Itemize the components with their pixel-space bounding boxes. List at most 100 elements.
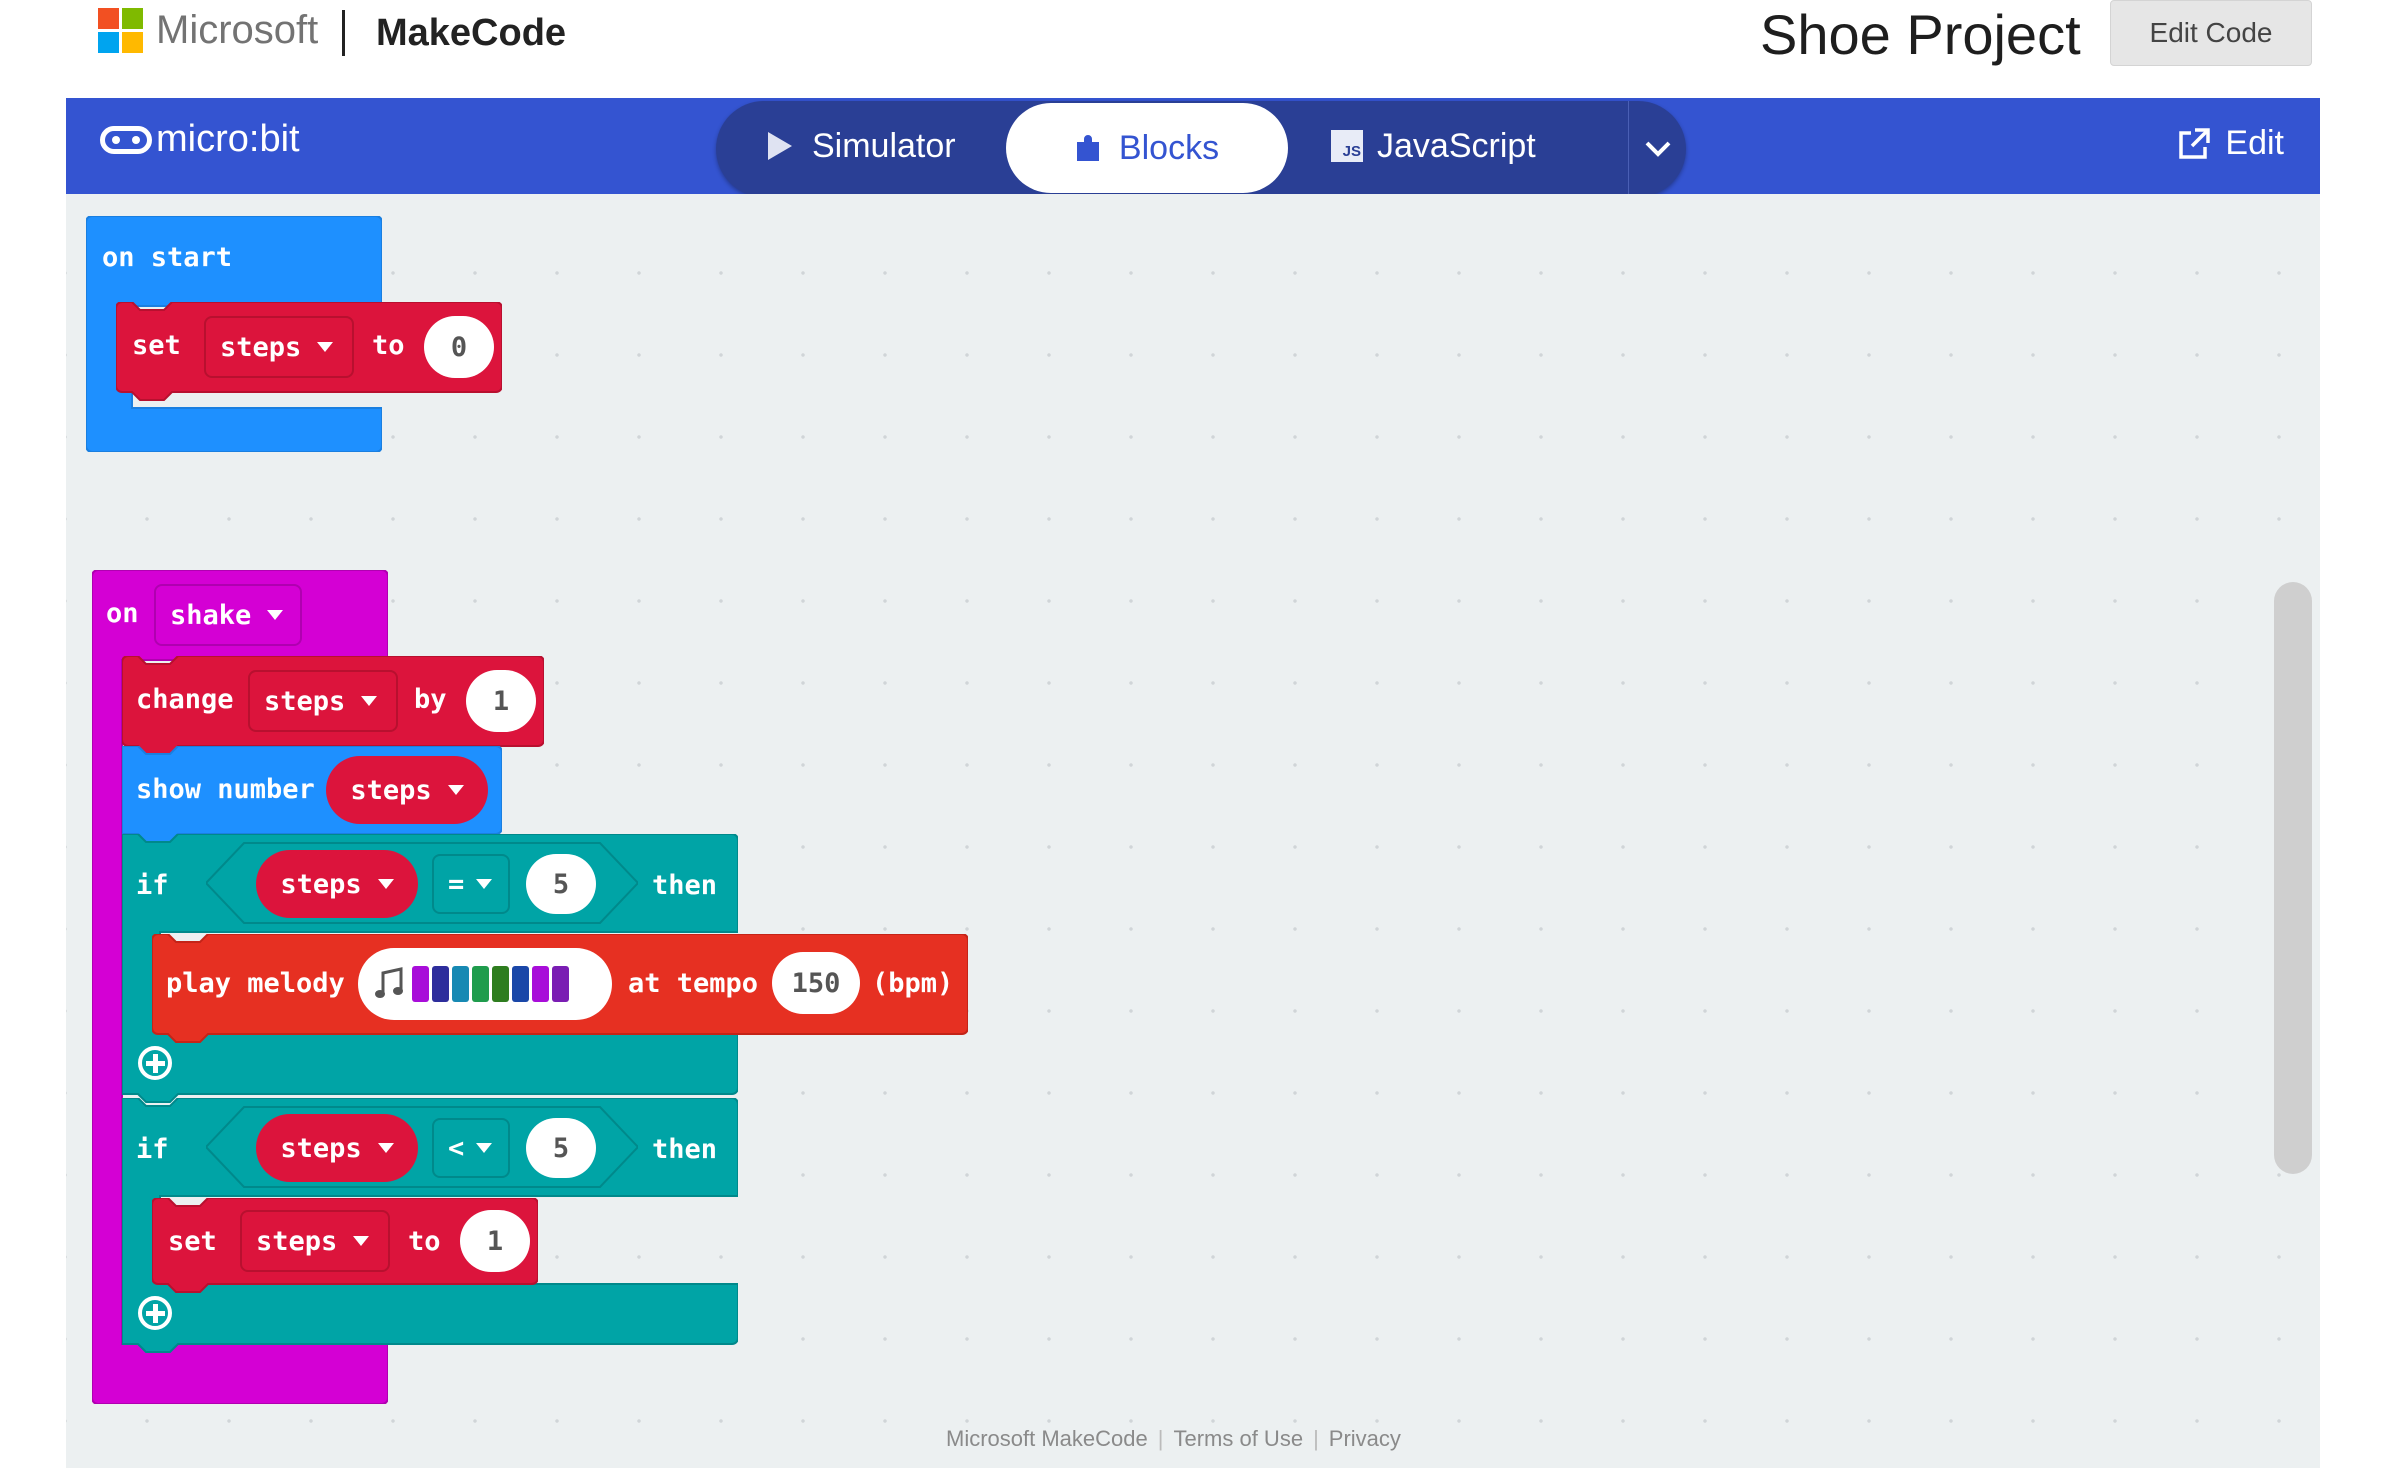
variable-name: steps: [350, 774, 432, 806]
if-keyword: if: [136, 1134, 169, 1165]
microbit-icon: [100, 125, 152, 154]
editor-topbar: micro:bit Simulator Blocks JS JavaScript: [66, 98, 2320, 197]
change-steps-block[interactable]: change steps by 1: [122, 656, 544, 755]
then-keyword: then: [652, 1134, 718, 1165]
variable-dropdown-steps[interactable]: steps: [248, 670, 398, 732]
project-title: Shoe Project: [1760, 3, 2081, 66]
number-input[interactable]: 1: [460, 1210, 530, 1272]
footer-separator: |: [1157, 1426, 1164, 1451]
set-keyword: set: [168, 1226, 217, 1257]
on-keyword: on: [106, 598, 139, 629]
variable-reporter-steps[interactable]: steps: [256, 1114, 418, 1182]
play-melody-label: play melody: [166, 968, 345, 999]
show-number-block[interactable]: show number steps: [122, 746, 502, 843]
edit-link-label: Edit: [2225, 124, 2284, 162]
operator-dropdown[interactable]: =: [432, 854, 510, 914]
variable-name: steps: [264, 685, 346, 717]
variable-reporter-steps[interactable]: steps: [256, 850, 418, 918]
variable-dropdown-steps[interactable]: steps: [240, 1210, 390, 1272]
tab-javascript-label: JavaScript: [1377, 126, 1536, 165]
js-icon: JS: [1331, 130, 1363, 162]
add-else-plus-icon[interactable]: [138, 1296, 172, 1330]
variable-name: steps: [280, 868, 362, 900]
makecode-brand-text[interactable]: MakeCode: [376, 12, 566, 55]
microbit-logo-text: micro:bit: [156, 118, 300, 160]
edit-link-button[interactable]: Edit: [2177, 124, 2284, 163]
then-keyword: then: [652, 870, 718, 901]
footer-link-privacy[interactable]: Privacy: [1329, 1426, 1401, 1451]
on-start-label: on start: [102, 242, 233, 273]
footer-links: Microsoft MakeCode | Terms of Use | Privacy: [946, 1426, 1401, 1452]
dropdown-arrow-icon: [361, 696, 378, 706]
dropdown-arrow-icon: [447, 785, 464, 795]
dropdown-arrow-icon: [267, 610, 284, 620]
tab-javascript[interactable]: JS JavaScript: [1331, 101, 1536, 191]
tab-more-dropdown[interactable]: [1628, 101, 1687, 197]
operator-symbol: =: [448, 868, 465, 900]
tab-blocks[interactable]: Blocks: [1006, 103, 1288, 193]
play-melody-block[interactable]: play melody at tempo 150 (bpm): [152, 934, 968, 1043]
change-keyword: change: [136, 684, 234, 715]
dropdown-arrow-icon: [317, 342, 334, 352]
set-steps-block[interactable]: set steps to 0: [116, 302, 502, 401]
melody-note-cell: [532, 966, 549, 1002]
number-input[interactable]: 5: [526, 1118, 596, 1178]
variable-name: steps: [280, 1132, 362, 1164]
vertical-scrollbar[interactable]: [2274, 582, 2312, 1174]
variable-dropdown-steps[interactable]: steps: [204, 316, 354, 378]
if-keyword: if: [136, 870, 169, 901]
tab-simulator-label: Simulator: [812, 126, 956, 165]
chevron-down-icon: [1645, 141, 1671, 157]
microbit-logo[interactable]: micro:bit: [100, 118, 300, 161]
footer-link-terms[interactable]: Terms of Use: [1173, 1426, 1303, 1451]
dropdown-arrow-icon: [377, 879, 394, 889]
play-icon: [768, 132, 792, 160]
microsoft-brand-text: Microsoft: [156, 8, 319, 52]
puzzle-icon: [1076, 135, 1099, 161]
melody-editor-field[interactable]: [358, 948, 612, 1020]
gesture-name: shake: [170, 599, 252, 631]
variable-reporter-steps[interactable]: steps: [326, 756, 488, 824]
dropdown-arrow-icon: [377, 1143, 394, 1153]
melody-note-cell: [472, 966, 489, 1002]
to-keyword: to: [372, 330, 405, 361]
set-keyword: set: [132, 330, 181, 361]
melody-note-cell: [452, 966, 469, 1002]
brand-separator: [342, 10, 345, 56]
number-input[interactable]: 5: [526, 854, 596, 914]
to-keyword: to: [408, 1226, 441, 1257]
melody-note-cell: [432, 966, 449, 1002]
music-note-icon: [375, 967, 403, 998]
number-input[interactable]: 1: [466, 670, 536, 732]
tempo-input[interactable]: 150: [772, 952, 860, 1014]
dropdown-arrow-icon: [476, 1143, 493, 1153]
show-number-label: show number: [136, 774, 315, 805]
operator-dropdown[interactable]: <: [432, 1118, 510, 1178]
by-keyword: by: [414, 684, 447, 715]
tab-simulator[interactable]: Simulator: [766, 101, 956, 191]
dropdown-arrow-icon: [476, 879, 493, 889]
makecode-embed: micro:bit Simulator Blocks JS JavaScript: [66, 98, 2320, 1468]
variable-name: steps: [220, 331, 302, 363]
number-input[interactable]: 0: [424, 316, 494, 378]
add-else-plus-icon[interactable]: [138, 1046, 172, 1080]
set-steps-block-2[interactable]: set steps to 1: [152, 1198, 538, 1293]
footer-separator: |: [1313, 1426, 1319, 1451]
gesture-dropdown[interactable]: shake: [154, 584, 302, 646]
microsoft-logo-icon: [98, 8, 144, 54]
melody-note-strip: [412, 966, 569, 1002]
editor-tab-group: Simulator Blocks JS JavaScript: [716, 101, 1686, 197]
blocks-workspace[interactable]: on start set steps to 0 on shake change …: [66, 194, 2320, 1468]
variable-name: steps: [256, 1225, 338, 1257]
edit-code-button[interactable]: Edit Code: [2110, 0, 2312, 66]
footer-link-makecode[interactable]: Microsoft MakeCode: [946, 1426, 1148, 1451]
melody-note-cell: [552, 966, 569, 1002]
operator-symbol: <: [448, 1132, 465, 1164]
at-tempo-label: at tempo: [628, 968, 759, 999]
tab-blocks-label: Blocks: [1118, 128, 1220, 167]
dropdown-arrow-icon: [353, 1236, 370, 1246]
melody-note-cell: [412, 966, 429, 1002]
bpm-unit-label: (bpm): [872, 968, 954, 999]
external-link-icon: [2179, 127, 2211, 159]
melody-note-cell: [492, 966, 509, 1002]
